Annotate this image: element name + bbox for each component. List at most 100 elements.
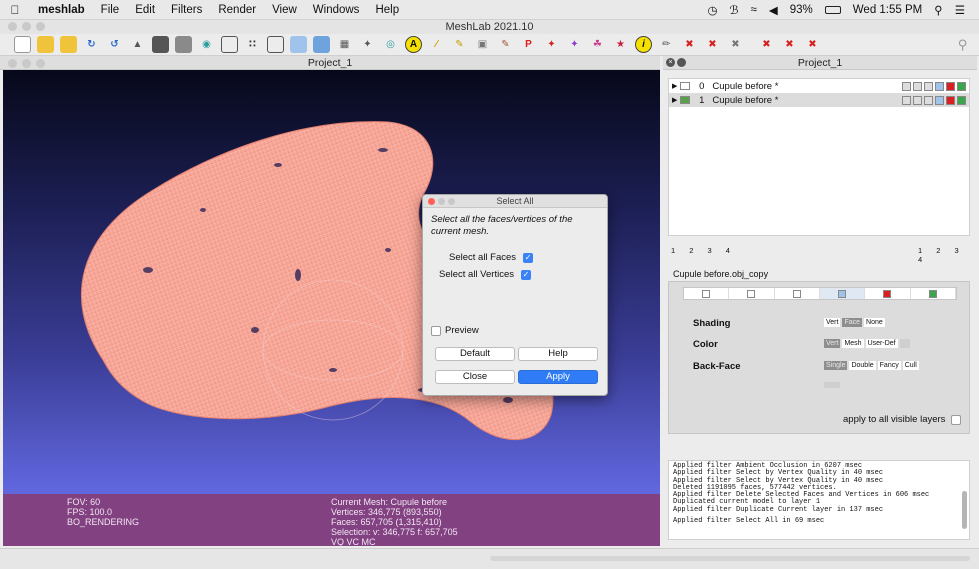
delete-all-icon[interactable]: ✖ <box>804 36 821 53</box>
tab-texture[interactable] <box>865 288 911 299</box>
search-icon[interactable]: ⚲ <box>954 36 971 53</box>
delete-selected-faces-icon[interactable]: ✖ <box>758 36 775 53</box>
viewport-close-icon[interactable] <box>8 59 17 68</box>
tab-wire[interactable] <box>775 288 820 299</box>
layer-box-icon[interactable] <box>902 81 911 91</box>
import-mesh-icon[interactable] <box>60 36 77 53</box>
open-project-icon[interactable] <box>37 36 54 53</box>
layer-wire-icon[interactable] <box>924 81 933 91</box>
select-vertices-icon[interactable]: ✦ <box>566 36 583 53</box>
export-mesh-icon[interactable]: ▲ <box>129 36 146 53</box>
color-mesh-option[interactable]: Mesh <box>842 339 864 348</box>
pick-points-icon[interactable]: P <box>520 36 537 53</box>
extra-option-swatch[interactable] <box>824 382 840 388</box>
layer-points-icon[interactable] <box>913 81 922 91</box>
zoom-window-icon[interactable] <box>36 22 45 31</box>
info-icon[interactable]: i <box>635 36 652 53</box>
color-vert-option[interactable]: Vert <box>824 339 841 348</box>
tab-points[interactable] <box>729 288 775 299</box>
battery-icon[interactable] <box>824 5 841 14</box>
spotlight-icon[interactable]: ⚲ <box>934 3 942 17</box>
visibility-icon[interactable] <box>680 82 691 90</box>
layer-texture-icon[interactable] <box>946 95 955 105</box>
delete-faces-icon[interactable]: ✖ <box>681 36 698 53</box>
volume-icon[interactable]: ◀ <box>769 3 778 17</box>
panel-float-icon[interactable] <box>677 58 686 67</box>
apply-button[interactable]: Apply <box>518 370 598 384</box>
color-swatch[interactable] <box>899 339 910 348</box>
shading-none-option[interactable]: None <box>864 318 885 327</box>
bounding-box-icon[interactable] <box>175 36 192 53</box>
layer-row[interactable]: ▶ 0 Cupule before * <box>669 79 969 93</box>
layer-decorator-icon[interactable] <box>957 95 966 105</box>
menu-edit[interactable]: Edit <box>127 4 163 16</box>
backface-single-option[interactable]: Single <box>824 361 848 370</box>
apple-icon[interactable]:  <box>0 3 30 17</box>
menu-windows[interactable]: Windows <box>305 4 368 16</box>
clock[interactable]: Wed 1:55 PM <box>853 4 922 16</box>
visibility-icon[interactable] <box>680 96 691 104</box>
viewport-minimize-icon[interactable] <box>22 59 31 68</box>
deselect-icon[interactable]: ✖ <box>727 36 744 53</box>
trackball-icon[interactable]: ◎ <box>382 36 399 53</box>
measure-icon[interactable]: ∕ <box>428 36 445 53</box>
menu-help[interactable]: Help <box>367 4 407 16</box>
close-window-icon[interactable] <box>8 22 17 31</box>
tab-solid[interactable] <box>819 288 866 299</box>
delete-selected-vertices-icon[interactable]: ✖ <box>781 36 798 53</box>
preview-checkbox[interactable] <box>431 325 441 336</box>
paint-icon[interactable]: ✎ <box>451 36 468 53</box>
layer-wire-icon[interactable] <box>924 95 933 105</box>
backface-double-option[interactable]: Double <box>849 361 876 370</box>
layer-points-icon[interactable] <box>913 95 922 105</box>
battery-percent[interactable]: 93% <box>790 4 813 16</box>
viewport-zoom-icon[interactable] <box>36 59 45 68</box>
horizontal-scrollbar[interactable] <box>490 556 970 561</box>
tab-box[interactable] <box>684 288 730 299</box>
layer-pages-right[interactable]: 1 2 3 4 <box>918 246 977 264</box>
help-button[interactable]: Help <box>518 347 598 361</box>
reload-icon[interactable]: ↻ <box>83 36 100 53</box>
expand-arrow-icon[interactable]: ▶ <box>672 82 677 90</box>
new-project-icon[interactable] <box>14 36 31 53</box>
select-connected-icon[interactable]: ☘ <box>589 36 606 53</box>
align-icon[interactable]: ▣ <box>474 36 491 53</box>
georef-icon[interactable]: ★ <box>612 36 629 53</box>
reload-all-icon[interactable]: ↺ <box>106 36 123 53</box>
color-user-def-option[interactable]: User-Def <box>865 339 898 348</box>
layers-icon[interactable]: ▦ <box>336 36 353 53</box>
layer-flat-icon[interactable] <box>935 81 944 91</box>
layer-row[interactable]: ▶ 1 Cupule before * <box>669 93 969 107</box>
dialog-minimize-icon[interactable] <box>438 198 445 205</box>
tab-decorators[interactable] <box>911 288 956 299</box>
select-vertices-checkbox[interactable]: ✓ <box>520 269 531 280</box>
dialog-close-icon[interactable] <box>428 198 435 205</box>
select-faces-checkbox[interactable]: ✓ <box>523 252 534 263</box>
menu-app-name[interactable]: meshlab <box>30 4 93 16</box>
control-center-icon[interactable]: ☰ <box>955 3 965 17</box>
time-machine-icon[interactable]: ◷ <box>707 3 717 17</box>
log-window[interactable]: Applied filter Ambient Occlusion in 6207… <box>668 460 970 540</box>
annotation-icon[interactable]: A <box>405 36 422 53</box>
backface-fancy-option[interactable]: Fancy <box>877 361 901 370</box>
wireframe-render-icon[interactable] <box>267 36 284 53</box>
layer-texture-icon[interactable] <box>946 81 955 91</box>
points-render-icon[interactable]: ∷ <box>244 36 261 53</box>
axes-icon[interactable]: ✦ <box>359 36 376 53</box>
log-scrollbar[interactable] <box>962 491 967 529</box>
menu-render[interactable]: Render <box>210 4 264 16</box>
default-button[interactable]: Default <box>435 347 515 361</box>
select-vertex-icon[interactable]: ✏ <box>658 36 675 53</box>
flat-render-icon[interactable] <box>290 36 307 53</box>
bluetooth-icon[interactable]: ℬ <box>730 3 739 17</box>
select-faces-icon[interactable]: ✦ <box>543 36 560 53</box>
brush-icon[interactable]: ✎ <box>497 36 514 53</box>
shading-vert-option[interactable]: Vert <box>824 318 841 327</box>
panel-close-icon[interactable]: × <box>666 58 675 67</box>
menu-view[interactable]: View <box>264 4 305 16</box>
close-button[interactable]: Close <box>435 370 515 384</box>
wifi-icon[interactable]: ≈ <box>751 4 757 16</box>
menu-filters[interactable]: Filters <box>163 4 210 16</box>
expand-arrow-icon[interactable]: ▶ <box>672 96 677 104</box>
delete-vertices-icon[interactable]: ✖ <box>704 36 721 53</box>
